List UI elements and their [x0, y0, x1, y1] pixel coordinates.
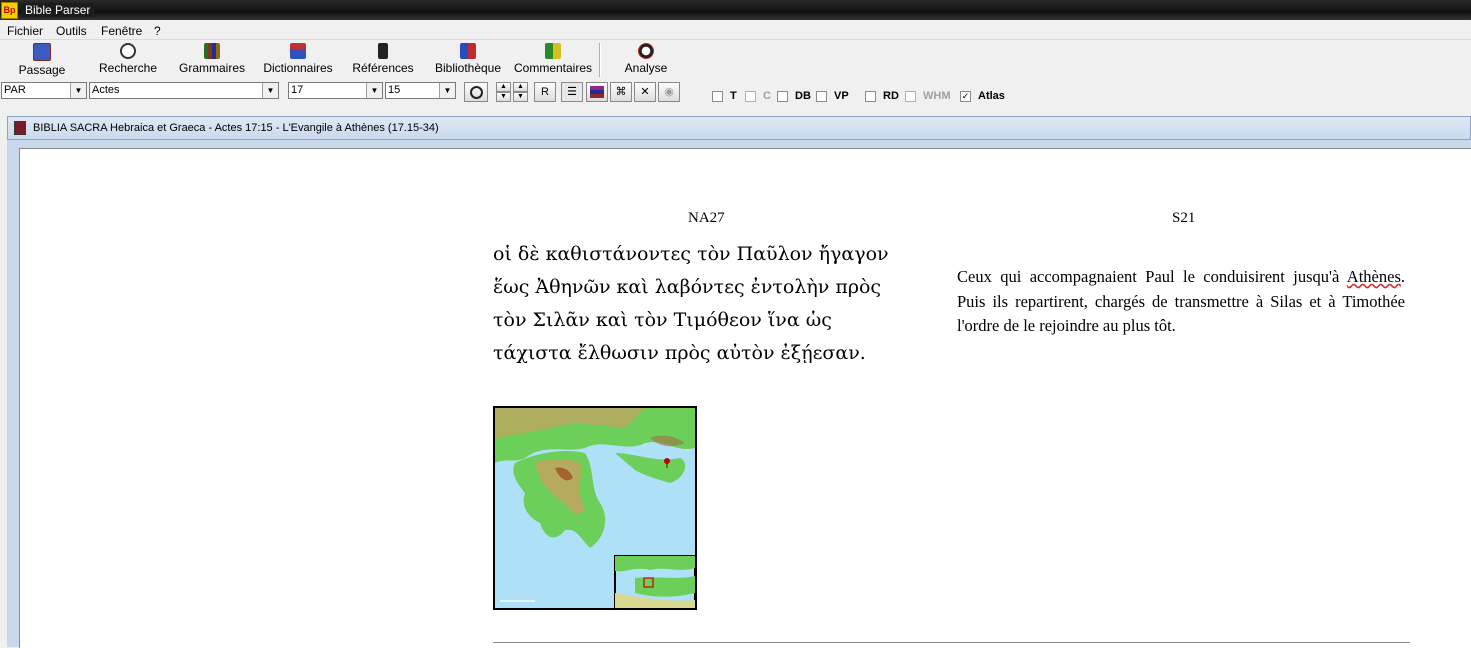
place-name-link[interactable]: Athènes	[1347, 267, 1401, 286]
tools-icon: ✕	[640, 86, 650, 98]
checkbox-vp-label: VP	[834, 90, 849, 102]
list-icon: ☰	[567, 86, 577, 98]
audio-button[interactable]: ◉	[658, 82, 680, 102]
checkbox-rd[interactable]	[865, 91, 876, 102]
scroll-up-button[interactable]: ▲	[496, 82, 511, 92]
checkbox-db[interactable]	[777, 91, 788, 102]
section-divider	[493, 642, 1410, 643]
chevron-down-icon[interactable]: ▼	[70, 83, 86, 98]
checkmark-icon: ✓	[961, 91, 970, 101]
atlas-map[interactable]	[493, 406, 697, 610]
window-title: Bible Parser	[21, 3, 95, 17]
book-icon	[33, 43, 51, 61]
checkbox-c-label: C	[763, 90, 771, 102]
search-icon	[120, 43, 136, 59]
commentaires-button[interactable]: Commentaires	[511, 40, 595, 78]
french-column-header: S21	[1172, 210, 1196, 226]
checkbox-atlas[interactable]: ✓	[960, 91, 971, 102]
next-up-button[interactable]: ▲	[513, 82, 528, 92]
recherche-button[interactable]: Recherche	[95, 40, 161, 78]
magnifier-icon	[469, 86, 483, 99]
checkbox-whm-label: WHM	[923, 90, 951, 102]
bibliotheque-button[interactable]: Bibliothèque	[430, 40, 506, 78]
references-button[interactable]: Références	[350, 40, 416, 78]
greek-column-header: NA27	[688, 210, 725, 226]
french-text: Ceux qui accompagnaient Paul le conduisi…	[957, 265, 1405, 339]
greece-map-image	[495, 408, 695, 608]
version-select[interactable]: PAR ▼	[1, 82, 87, 99]
chevron-down-icon[interactable]: ▼	[262, 83, 278, 98]
references-label: Références	[352, 61, 414, 75]
menu-bar: Fichier Outils Fenêtre ?	[0, 21, 1471, 40]
greek-text: οἱ δὲ καθιστάνοντες τὸν Παῦλον ἤγαγον ἕω…	[493, 243, 889, 364]
find-button[interactable]	[464, 82, 488, 102]
recherche-label: Recherche	[98, 61, 158, 75]
tools-button[interactable]: ✕	[634, 82, 656, 102]
dictionary-icon	[290, 43, 306, 59]
analyse-label: Analyse	[624, 61, 668, 75]
reference-icon	[378, 43, 388, 59]
menu-outils[interactable]: Outils	[56, 24, 87, 38]
document-window-title: BIBLIA SACRA Hebraica et Graeca - Actes …	[33, 122, 439, 134]
passage-button[interactable]: Passage	[12, 40, 72, 78]
r-button[interactable]: R	[534, 82, 556, 102]
checkbox-t[interactable]	[712, 91, 723, 102]
stack-books-button[interactable]	[586, 82, 608, 102]
checkbox-vp[interactable]	[816, 91, 827, 102]
checkbox-t-label: T	[730, 90, 737, 102]
book-value: Actes	[92, 84, 120, 96]
passage-label: Passage	[18, 63, 66, 77]
grammaires-button[interactable]: Grammaires	[176, 40, 248, 78]
menu-fichier[interactable]: Fichier	[7, 24, 43, 38]
arrow-down-icon: ▼	[500, 93, 507, 100]
chevron-down-icon[interactable]: ▼	[366, 83, 382, 98]
tree-button[interactable]: ⌘	[610, 82, 632, 102]
next-down-button[interactable]: ▼	[513, 92, 528, 102]
arrow-down-icon: ▼	[517, 93, 524, 100]
checkbox-c	[745, 91, 756, 102]
main-toolbar: Passage Recherche Grammaires Dictionnair…	[0, 40, 1471, 80]
bible-icon	[14, 121, 26, 135]
french-text-part1: Ceux qui accompagnaient Paul le conduisi…	[957, 267, 1347, 286]
verse-select[interactable]: 15 ▼	[385, 82, 456, 99]
commentaires-label: Commentaires	[513, 61, 593, 75]
checkbox-db-label: DB	[795, 90, 811, 102]
dictionnaires-button[interactable]: Dictionnaires	[260, 40, 336, 78]
dictionnaires-label: Dictionnaires	[263, 61, 333, 75]
title-bar: Bp Bible Parser	[0, 0, 1471, 20]
book-select[interactable]: Actes ▼	[89, 82, 279, 99]
scroll-down-button[interactable]: ▼	[496, 92, 511, 102]
verse-value: 15	[388, 84, 401, 96]
list-icon-button[interactable]: ☰	[561, 82, 583, 102]
analyse-icon	[638, 43, 654, 59]
chevron-down-icon[interactable]: ▼	[439, 83, 455, 98]
document-content	[19, 148, 1471, 648]
analyse-button[interactable]: Analyse	[619, 40, 673, 78]
commentary-icon	[545, 43, 561, 59]
chapter-select[interactable]: 17 ▼	[288, 82, 383, 99]
toolbar-separator	[599, 43, 601, 77]
document-window-titlebar[interactable]: BIBLIA SACRA Hebraica et Graeca - Actes …	[7, 116, 1471, 140]
arrow-up-icon: ▲	[500, 83, 507, 90]
chapter-value: 17	[291, 84, 304, 96]
version-value: PAR	[4, 84, 26, 96]
books-icon	[204, 43, 220, 59]
checkbox-rd-label: RD	[883, 90, 899, 102]
checkbox-atlas-label: Atlas	[978, 90, 1005, 102]
bibliotheque-label: Bibliothèque	[434, 61, 502, 75]
menu-help[interactable]: ?	[154, 24, 161, 38]
checkbox-whm	[905, 91, 916, 102]
books-stack-icon	[590, 86, 604, 98]
grammaires-label: Grammaires	[178, 61, 245, 75]
cd-icon: ◉	[664, 86, 674, 98]
arrow-up-icon: ▲	[517, 83, 524, 90]
tree-icon: ⌘	[615, 86, 627, 98]
app-icon: Bp	[1, 2, 18, 19]
library-icon	[460, 43, 476, 59]
menu-fenetre[interactable]: Fenêtre	[101, 24, 142, 38]
